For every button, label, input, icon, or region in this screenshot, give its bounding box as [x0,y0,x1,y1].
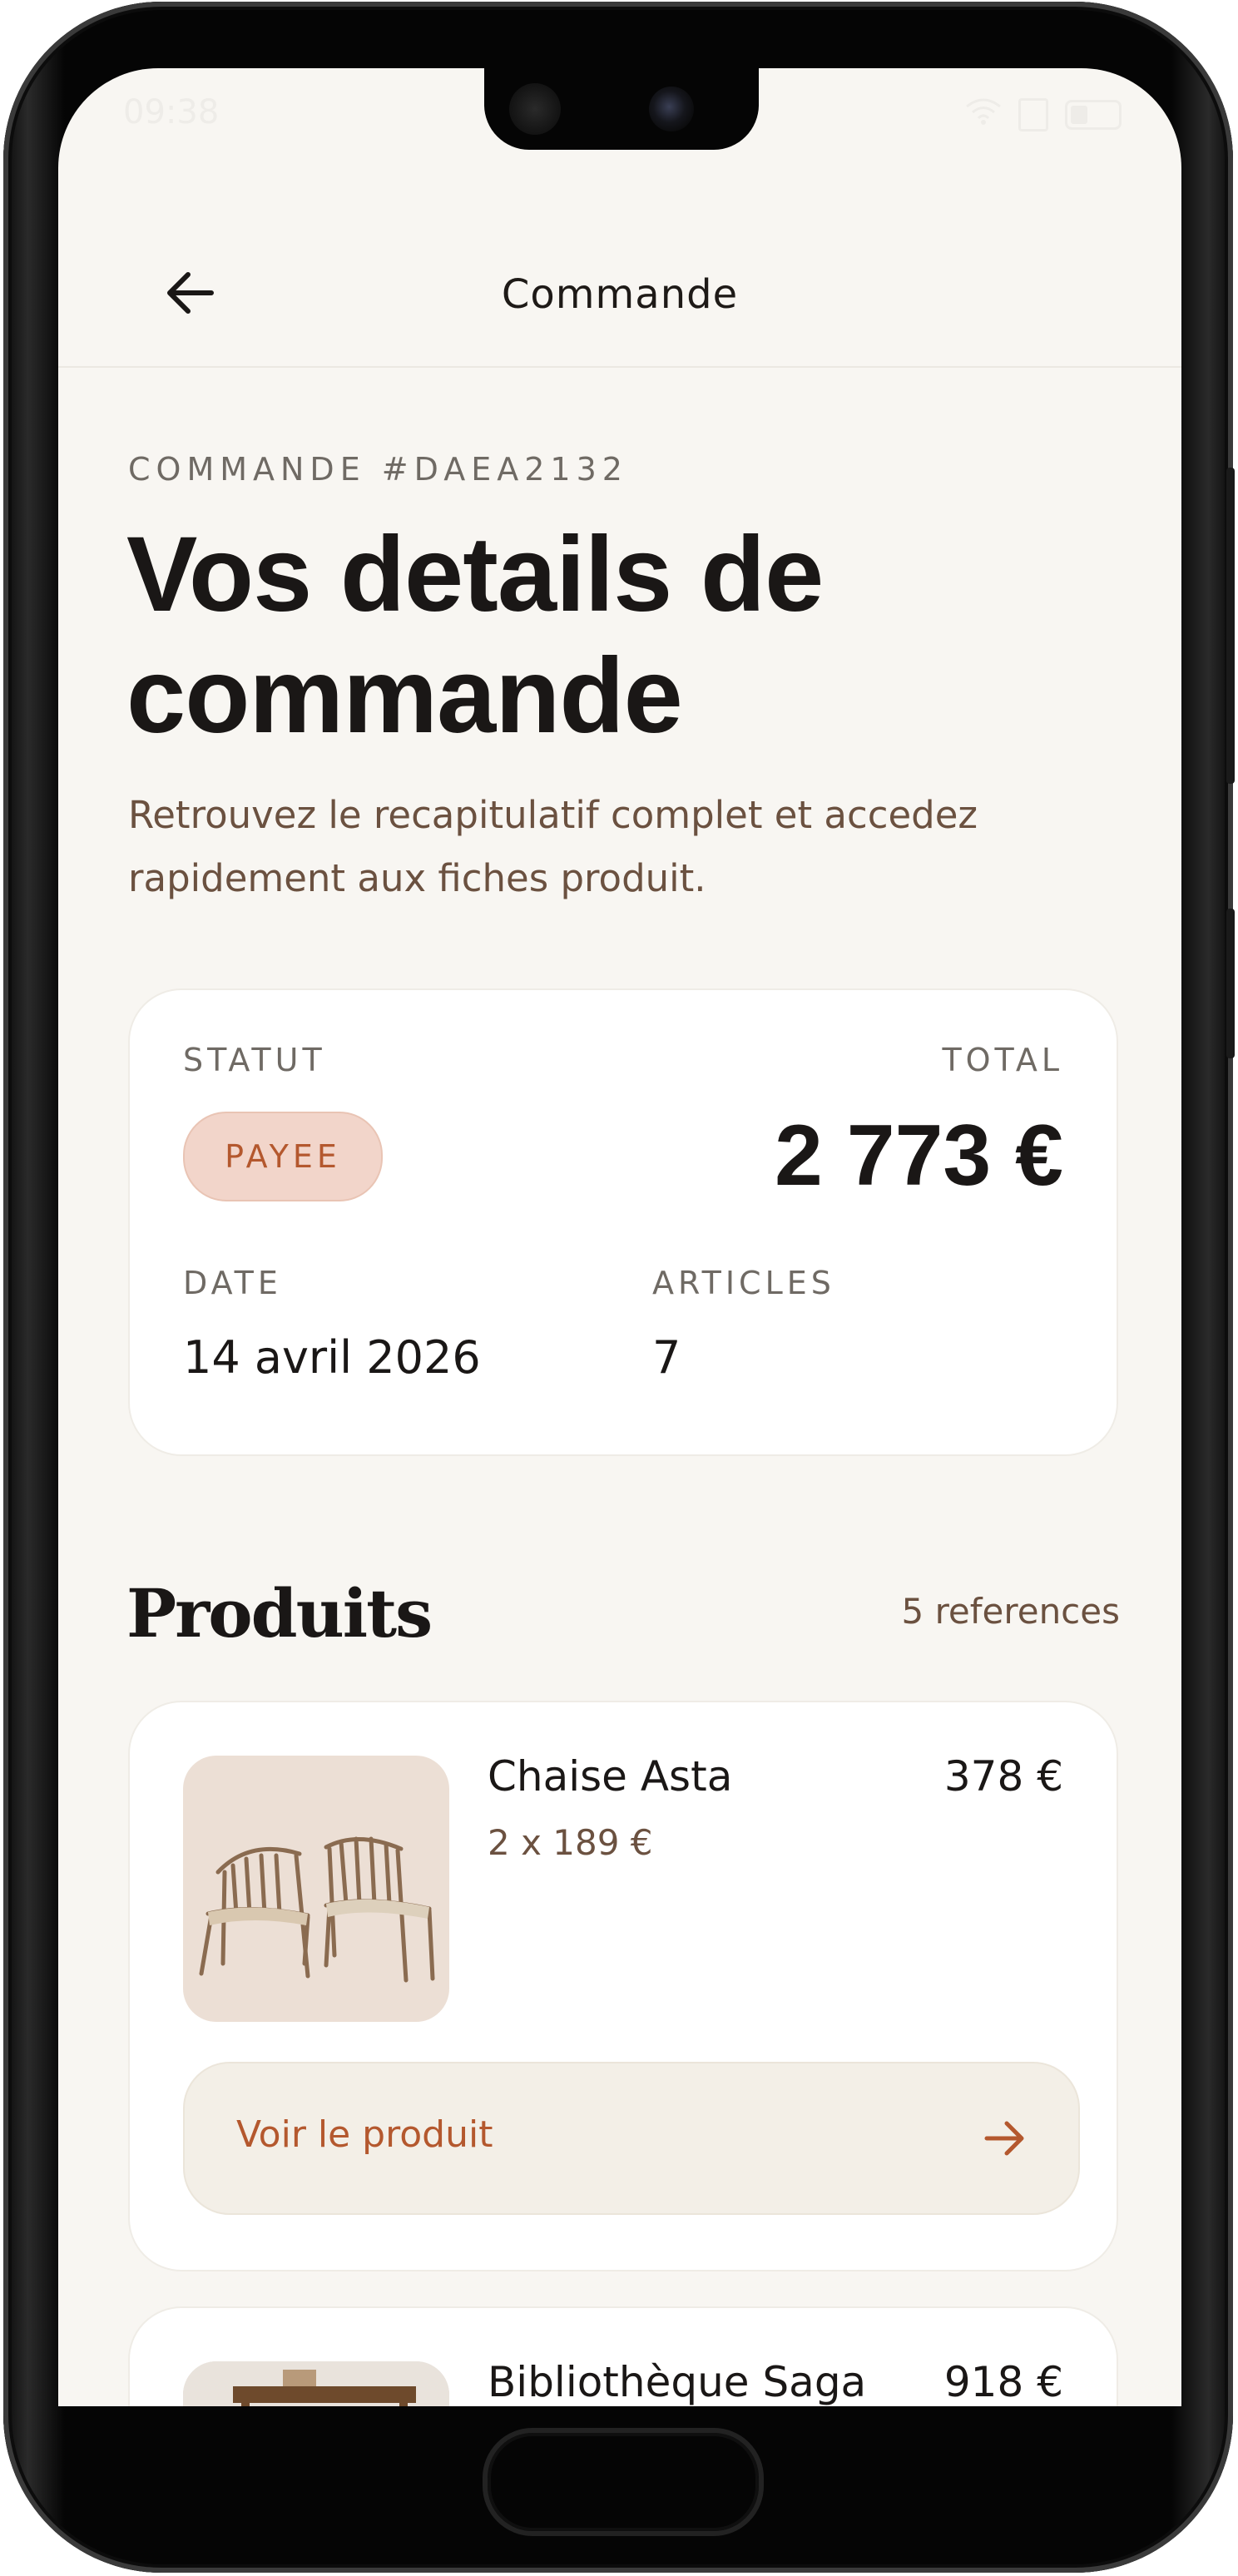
page-title: Vos details de commande [126,514,1125,757]
status-time: 09:38 [123,93,220,131]
speaker [509,83,561,135]
products-title: Produits [126,1574,433,1652]
page-subtitle: Retrouvez le recapitulatif complet et ac… [128,784,1127,910]
status-icons [965,97,1122,132]
screen: 09:38 Commande COMMANDE #DAEA2132 Vos de… [58,68,1181,2406]
date-value: 14 avril 2026 [183,1331,481,1384]
product-name[interactable]: Bibliothèque Saga [488,2358,866,2406]
arrow-right-icon [984,2121,1024,2156]
view-product-button[interactable]: Voir le produit [183,2062,1080,2215]
bookshelf-illustration [183,2361,449,2406]
sim-icon [1018,97,1048,131]
view-product-label: Voir le produit [236,2113,493,2156]
date-label: DATE [183,1265,282,1301]
header-title: Commande [501,271,739,318]
product-image-bookshelf[interactable] [183,2361,449,2406]
product-card: Bibliothèque Saga 918 € [128,2306,1118,2406]
product-card: Chaise Asta 2 x 189 € 378 € Voir le prod… [128,1701,1118,2271]
page-title-line-1: Vos details de [126,515,824,634]
total-value: 2 773 € [775,1107,1063,1204]
total-label: TOTAL [942,1042,1063,1078]
product-price: 378 € [943,1752,1063,1801]
product-price: 918 € [943,2358,1063,2406]
articles-label: ARTICLES [652,1265,835,1301]
wifi-icon [965,97,1002,132]
articles-value: 7 [652,1331,681,1384]
phone-frame: 09:38 Commande COMMANDE #DAEA2132 Vos de… [3,2,1235,2573]
power-button [1226,909,1235,1058]
product-image-chairs[interactable] [183,1756,449,2022]
page-subtitle-line-2: rapidement aux fiches produit. [128,856,706,900]
page-title-line-2: commande [126,637,683,755]
status-badge: PAYEE [183,1112,383,1201]
product-name[interactable]: Chaise Asta [488,1752,732,1801]
products-count: 5 references [901,1591,1121,1632]
order-summary-card: STATUT PAYEE TOTAL 2 773 € DATE 14 avril… [128,988,1118,1456]
product-quantity: 2 x 189 € [488,1822,653,1863]
chairs-illustration [199,1836,435,1983]
battery-icon [1065,99,1122,130]
app-header: Commande [58,185,1181,368]
page-subtitle-line-1: Retrouvez le recapitulatif complet et ac… [128,793,978,837]
status-label: STATUT [183,1042,326,1078]
home-button[interactable] [483,2428,764,2536]
order-number: COMMANDE #DAEA2132 [128,451,628,488]
volume-button [1226,468,1235,784]
front-camera [649,87,694,131]
